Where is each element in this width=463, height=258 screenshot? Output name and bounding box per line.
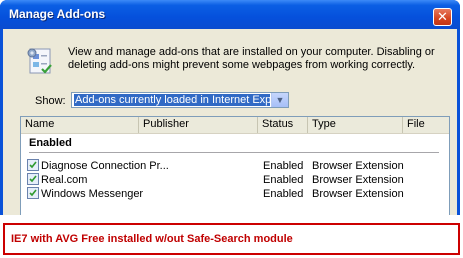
table-row[interactable]: Diagnose Connection Pr... Enabled Browse…: [21, 159, 449, 173]
add-on-icon: [27, 159, 39, 171]
row-status: Enabled: [263, 188, 304, 200]
chevron-down-icon[interactable]: ▼: [271, 93, 288, 107]
caption-text: IE7 with AVG Free installed w/out Safe-S…: [11, 233, 293, 245]
title-bar[interactable]: Manage Add-ons ✕: [0, 0, 460, 29]
row-status: Enabled: [263, 174, 304, 186]
window-title: Manage Add-ons: [9, 7, 106, 21]
intro-description: View and manage add-ons that are install…: [68, 46, 435, 71]
column-header-file[interactable]: File: [403, 117, 449, 133]
row-name: Real.com: [41, 174, 88, 186]
row-type: Browser Extension: [312, 160, 404, 172]
screenshot-caption: IE7 with AVG Free installed w/out Safe-S…: [3, 223, 460, 255]
column-header-name[interactable]: Name: [21, 117, 139, 133]
add-ons-manager-icon: [27, 48, 52, 74]
column-header-type[interactable]: Type: [308, 117, 403, 133]
row-name: Windows Messenger: [41, 188, 144, 200]
add-on-icon: [27, 173, 39, 185]
manage-addons-window: Manage Add-ons ✕ View and manage add-ons…: [0, 0, 460, 215]
column-header-row: Name Publisher Status Type File: [21, 117, 449, 134]
dialog-body: View and manage add-ons that are install…: [3, 29, 457, 215]
add-on-icon: [27, 187, 39, 199]
close-button[interactable]: ✕: [433, 8, 452, 26]
column-header-status[interactable]: Status: [258, 117, 308, 133]
row-name: Diagnose Connection Pr...: [41, 160, 169, 172]
group-divider: [29, 152, 439, 153]
show-dropdown[interactable]: Add-ons currently loaded in Internet Exp…: [71, 92, 289, 108]
table-row[interactable]: Windows Messenger Enabled Browser Extens…: [21, 187, 449, 201]
show-dropdown-value: Add-ons currently loaded in Internet Exp…: [74, 94, 270, 106]
add-ons-list[interactable]: Name Publisher Status Type File Enabled …: [20, 116, 450, 215]
table-row[interactable]: Real.com Enabled Browser Extension: [21, 173, 449, 187]
row-type: Browser Extension: [312, 174, 404, 186]
group-header-enabled: Enabled: [29, 137, 72, 149]
column-header-publisher[interactable]: Publisher: [139, 117, 258, 133]
row-status: Enabled: [263, 160, 304, 172]
show-label: Show:: [35, 95, 66, 107]
row-type: Browser Extension: [312, 188, 404, 200]
